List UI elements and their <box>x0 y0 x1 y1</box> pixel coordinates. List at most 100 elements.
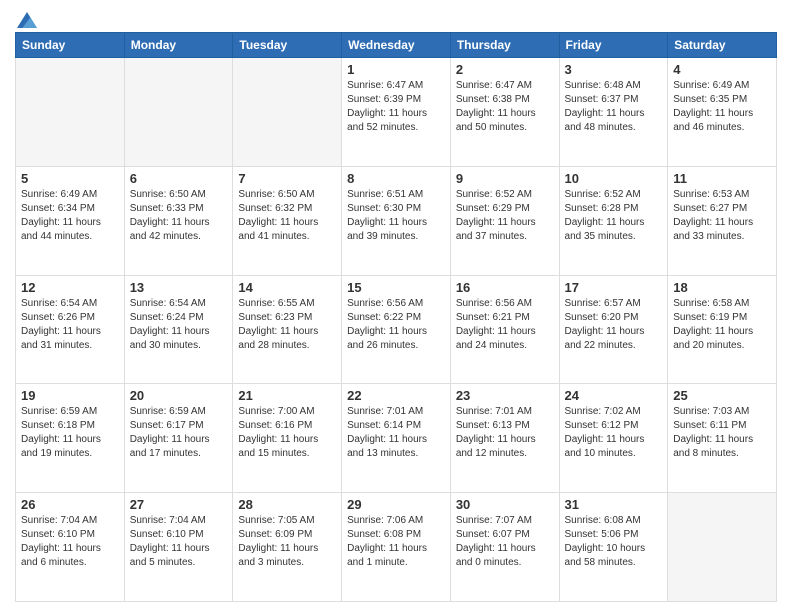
day-info: Sunrise: 6:54 AM Sunset: 6:26 PM Dayligh… <box>21 297 119 353</box>
day-cell: 31Sunrise: 6:08 AM Sunset: 5:06 PM Dayli… <box>559 493 668 602</box>
day-cell: 7 Sunrise: 6:50 AM Sunset: 6:32 PM Daylig… <box>233 166 342 275</box>
day-number: 19 <box>21 388 119 403</box>
day-number: 22 <box>347 388 445 403</box>
day-cell: 25 Sunrise: 7:03 AM Sunset: 6:11 PM Dayli… <box>668 384 777 493</box>
day-number: 15 <box>347 280 445 295</box>
day-number: 7 <box>238 171 336 186</box>
day-cell <box>668 493 777 602</box>
day-cell: 14 Sunrise: 6:55 AM Sunset: 6:23 PM Dayli… <box>233 275 342 384</box>
day-info: Sunrise: 6:47 AM Sunset: 6:39 PM Dayligh… <box>347 79 445 135</box>
header <box>15 10 777 26</box>
day-info: Sunrise: 6:57 AM Sunset: 6:20 PM Dayligh… <box>565 297 663 353</box>
day-number: 20 <box>130 388 228 403</box>
day-cell: 12Sunrise: 6:54 AM Sunset: 6:26 PM Dayli… <box>16 275 125 384</box>
day-cell: 11 Sunrise: 6:53 AM Sunset: 6:27 PM Dayli… <box>668 166 777 275</box>
week-row-4: 26 Sunrise: 7:04 AM Sunset: 6:10 PM Dayli… <box>16 493 777 602</box>
day-cell: 2 Sunrise: 6:47 AM Sunset: 6:38 PM Daylig… <box>450 58 559 167</box>
day-cell <box>124 58 233 167</box>
day-cell: 4 Sunrise: 6:49 AM Sunset: 6:35 PM Daylig… <box>668 58 777 167</box>
calendar-table: SundayMondayTuesdayWednesdayThursdayFrid… <box>15 32 777 602</box>
day-number: 2 <box>456 62 554 77</box>
day-number: 8 <box>347 171 445 186</box>
day-info: Sunrise: 7:01 AM Sunset: 6:14 PM Dayligh… <box>347 405 445 461</box>
day-info: Sunrise: 7:00 AM Sunset: 6:16 PM Dayligh… <box>238 405 336 461</box>
day-number: 18 <box>673 280 771 295</box>
day-number: 25 <box>673 388 771 403</box>
day-cell: 15 Sunrise: 6:56 AM Sunset: 6:22 PM Dayli… <box>342 275 451 384</box>
weekday-header-row: SundayMondayTuesdayWednesdayThursdayFrid… <box>16 33 777 58</box>
day-cell: 18 Sunrise: 6:58 AM Sunset: 6:19 PM Dayli… <box>668 275 777 384</box>
day-info: Sunrise: 6:47 AM Sunset: 6:38 PM Dayligh… <box>456 79 554 135</box>
day-info: Sunrise: 7:01 AM Sunset: 6:13 PM Dayligh… <box>456 405 554 461</box>
day-number: 14 <box>238 280 336 295</box>
day-cell: 28Sunrise: 7:05 AM Sunset: 6:09 PM Dayli… <box>233 493 342 602</box>
day-info: Sunrise: 6:48 AM Sunset: 6:37 PM Dayligh… <box>565 79 663 135</box>
day-info: Sunrise: 7:04 AM Sunset: 6:10 PM Dayligh… <box>130 514 228 570</box>
day-number: 28 <box>238 497 336 512</box>
day-cell: 19 Sunrise: 6:59 AM Sunset: 6:18 PM Dayli… <box>16 384 125 493</box>
day-number: 3 <box>565 62 663 77</box>
weekday-header-tuesday: Tuesday <box>233 33 342 58</box>
weekday-header-saturday: Saturday <box>668 33 777 58</box>
day-info: Sunrise: 6:51 AM Sunset: 6:30 PM Dayligh… <box>347 188 445 244</box>
day-cell: 16Sunrise: 6:56 AM Sunset: 6:21 PM Dayli… <box>450 275 559 384</box>
day-number: 24 <box>565 388 663 403</box>
day-cell: 10Sunrise: 6:52 AM Sunset: 6:28 PM Dayli… <box>559 166 668 275</box>
day-info: Sunrise: 6:50 AM Sunset: 6:33 PM Dayligh… <box>130 188 228 244</box>
day-info: Sunrise: 6:49 AM Sunset: 6:34 PM Dayligh… <box>21 188 119 244</box>
day-info: Sunrise: 7:04 AM Sunset: 6:10 PM Dayligh… <box>21 514 119 570</box>
logo <box>15 10 37 26</box>
day-info: Sunrise: 6:50 AM Sunset: 6:32 PM Dayligh… <box>238 188 336 244</box>
day-cell <box>16 58 125 167</box>
day-info: Sunrise: 7:07 AM Sunset: 6:07 PM Dayligh… <box>456 514 554 570</box>
day-info: Sunrise: 6:58 AM Sunset: 6:19 PM Dayligh… <box>673 297 771 353</box>
day-info: Sunrise: 6:59 AM Sunset: 6:17 PM Dayligh… <box>130 405 228 461</box>
weekday-header-monday: Monday <box>124 33 233 58</box>
day-info: Sunrise: 6:55 AM Sunset: 6:23 PM Dayligh… <box>238 297 336 353</box>
day-cell: 8 Sunrise: 6:51 AM Sunset: 6:30 PM Daylig… <box>342 166 451 275</box>
day-number: 23 <box>456 388 554 403</box>
day-cell: 17Sunrise: 6:57 AM Sunset: 6:20 PM Dayli… <box>559 275 668 384</box>
day-number: 21 <box>238 388 336 403</box>
day-cell: 3 Sunrise: 6:48 AM Sunset: 6:37 PM Daylig… <box>559 58 668 167</box>
weekday-header-thursday: Thursday <box>450 33 559 58</box>
day-cell: 9Sunrise: 6:52 AM Sunset: 6:29 PM Daylig… <box>450 166 559 275</box>
week-row-2: 12Sunrise: 6:54 AM Sunset: 6:26 PM Dayli… <box>16 275 777 384</box>
day-number: 26 <box>21 497 119 512</box>
day-info: Sunrise: 7:02 AM Sunset: 6:12 PM Dayligh… <box>565 405 663 461</box>
week-row-3: 19 Sunrise: 6:59 AM Sunset: 6:18 PM Dayli… <box>16 384 777 493</box>
day-number: 9 <box>456 171 554 186</box>
page: SundayMondayTuesdayWednesdayThursdayFrid… <box>0 0 792 612</box>
week-row-1: 5 Sunrise: 6:49 AM Sunset: 6:34 PM Daylig… <box>16 166 777 275</box>
day-number: 10 <box>565 171 663 186</box>
weekday-header-friday: Friday <box>559 33 668 58</box>
day-cell: 6 Sunrise: 6:50 AM Sunset: 6:33 PM Daylig… <box>124 166 233 275</box>
day-cell: 22 Sunrise: 7:01 AM Sunset: 6:14 PM Dayli… <box>342 384 451 493</box>
day-info: Sunrise: 6:59 AM Sunset: 6:18 PM Dayligh… <box>21 405 119 461</box>
day-cell <box>233 58 342 167</box>
day-info: Sunrise: 6:53 AM Sunset: 6:27 PM Dayligh… <box>673 188 771 244</box>
day-number: 29 <box>347 497 445 512</box>
day-number: 5 <box>21 171 119 186</box>
day-number: 16 <box>456 280 554 295</box>
day-cell: 26 Sunrise: 7:04 AM Sunset: 6:10 PM Dayli… <box>16 493 125 602</box>
day-cell: 13Sunrise: 6:54 AM Sunset: 6:24 PM Dayli… <box>124 275 233 384</box>
week-row-0: 1 Sunrise: 6:47 AM Sunset: 6:39 PM Daylig… <box>16 58 777 167</box>
day-cell: 24 Sunrise: 7:02 AM Sunset: 6:12 PM Dayli… <box>559 384 668 493</box>
day-number: 27 <box>130 497 228 512</box>
day-cell: 29 Sunrise: 7:06 AM Sunset: 6:08 PM Dayli… <box>342 493 451 602</box>
day-cell: 23 Sunrise: 7:01 AM Sunset: 6:13 PM Dayli… <box>450 384 559 493</box>
day-info: Sunrise: 6:08 AM Sunset: 5:06 PM Dayligh… <box>565 514 663 570</box>
day-info: Sunrise: 7:06 AM Sunset: 6:08 PM Dayligh… <box>347 514 445 570</box>
day-info: Sunrise: 7:03 AM Sunset: 6:11 PM Dayligh… <box>673 405 771 461</box>
day-number: 11 <box>673 171 771 186</box>
day-number: 1 <box>347 62 445 77</box>
day-number: 4 <box>673 62 771 77</box>
day-number: 13 <box>130 280 228 295</box>
day-number: 6 <box>130 171 228 186</box>
day-cell: 20 Sunrise: 6:59 AM Sunset: 6:17 PM Dayli… <box>124 384 233 493</box>
day-info: Sunrise: 6:49 AM Sunset: 6:35 PM Dayligh… <box>673 79 771 135</box>
day-info: Sunrise: 6:56 AM Sunset: 6:22 PM Dayligh… <box>347 297 445 353</box>
day-cell: 1 Sunrise: 6:47 AM Sunset: 6:39 PM Daylig… <box>342 58 451 167</box>
day-number: 30 <box>456 497 554 512</box>
